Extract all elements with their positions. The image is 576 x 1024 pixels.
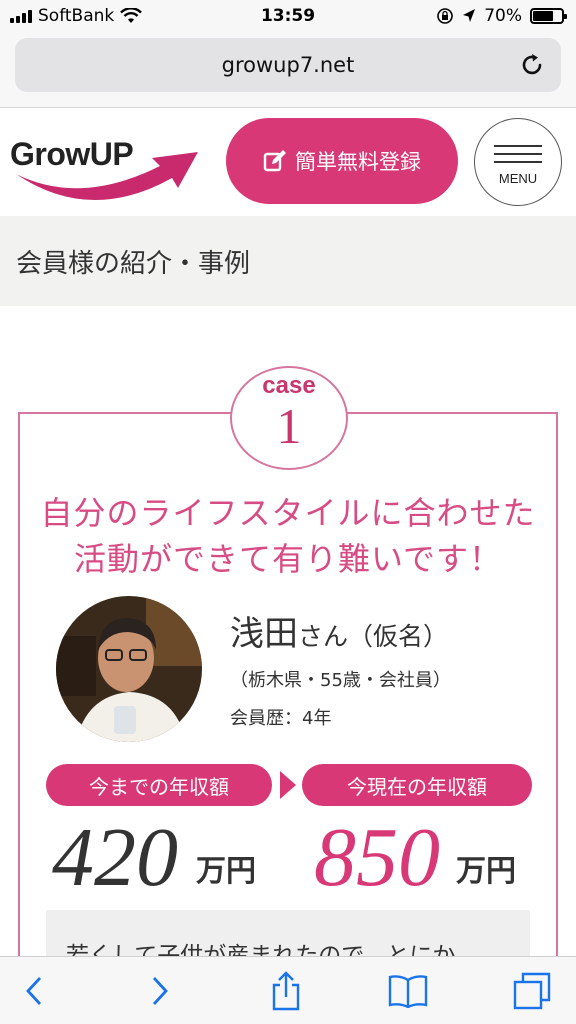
location-icon (463, 9, 476, 22)
logo[interactable]: GrowUP (10, 128, 210, 208)
after-income-label: 今現在の年収額 (302, 764, 532, 806)
before-income-value: 420 (52, 811, 178, 904)
after-income-unit: 万円 (456, 854, 516, 889)
forward-button[interactable] (140, 971, 180, 1011)
chevron-right-icon (152, 977, 168, 1005)
tabs-icon (513, 972, 551, 1010)
status-bar: SoftBank 13:59 70% (0, 0, 576, 32)
tabs-button[interactable] (512, 971, 552, 1011)
member-history: 会員歴：4年 (230, 708, 332, 729)
headline-line-1: 自分のライフスタイルに合わせた (40, 494, 536, 532)
case-headline: 自分のライフスタイルに合わせた 活動ができて有り難いです！ (0, 490, 576, 582)
carrier-name: SoftBank (38, 6, 115, 26)
orientation-lock-icon (437, 8, 454, 24)
chevron-left-icon (26, 977, 42, 1005)
status-right: 70% (436, 6, 567, 26)
member-surname: 浅田 (230, 614, 298, 654)
register-button[interactable]: 簡単無料登録 (226, 118, 458, 204)
case-number: 1 (276, 398, 302, 454)
battery-icon (530, 8, 567, 24)
url-text: growup7.net (221, 53, 355, 77)
member-profile: （栃木県・55歳・会社員） (230, 670, 451, 691)
address-bar[interactable]: growup7.net (15, 38, 561, 92)
share-button[interactable] (266, 971, 306, 1011)
before-income-unit: 万円 (196, 854, 256, 889)
logo-text: GrowUP (10, 136, 134, 172)
section-title-band: 会員様の紹介・事例 (0, 216, 576, 306)
case-word: case (262, 372, 316, 399)
before-income-label: 今までの年収額 (46, 764, 272, 806)
wifi-icon (120, 8, 143, 23)
reload-icon[interactable] (519, 52, 545, 78)
section-title: 会員様の紹介・事例 (16, 248, 251, 279)
after-income-value: 850 (314, 811, 440, 904)
battery-percent: 70% (484, 6, 522, 26)
bookmarks-button[interactable] (388, 971, 428, 1011)
member-honorific: さん（仮名） (298, 622, 449, 651)
member-photo (56, 596, 202, 742)
signal-icon (10, 9, 32, 23)
case-badge: case 1 (230, 366, 348, 470)
share-icon (272, 971, 300, 1011)
member-name: 浅田さん（仮名） (230, 606, 448, 655)
register-label: 簡単無料登録 (295, 150, 421, 174)
hamburger-icon (494, 139, 542, 169)
back-button[interactable] (14, 971, 54, 1011)
browser-toolbar (0, 956, 576, 1024)
edit-icon (263, 150, 286, 172)
status-left: SoftBank (10, 6, 143, 26)
browser-address-area: growup7.net (0, 32, 576, 108)
menu-button[interactable]: MENU (474, 118, 562, 206)
headline-line-2: 活動ができて有り難いです！ (73, 540, 503, 578)
book-icon (388, 975, 428, 1008)
site-header: GrowUP 簡単無料登録 MENU (0, 108, 576, 216)
menu-label: MENU (498, 170, 538, 186)
arrow-right-icon (280, 771, 296, 799)
